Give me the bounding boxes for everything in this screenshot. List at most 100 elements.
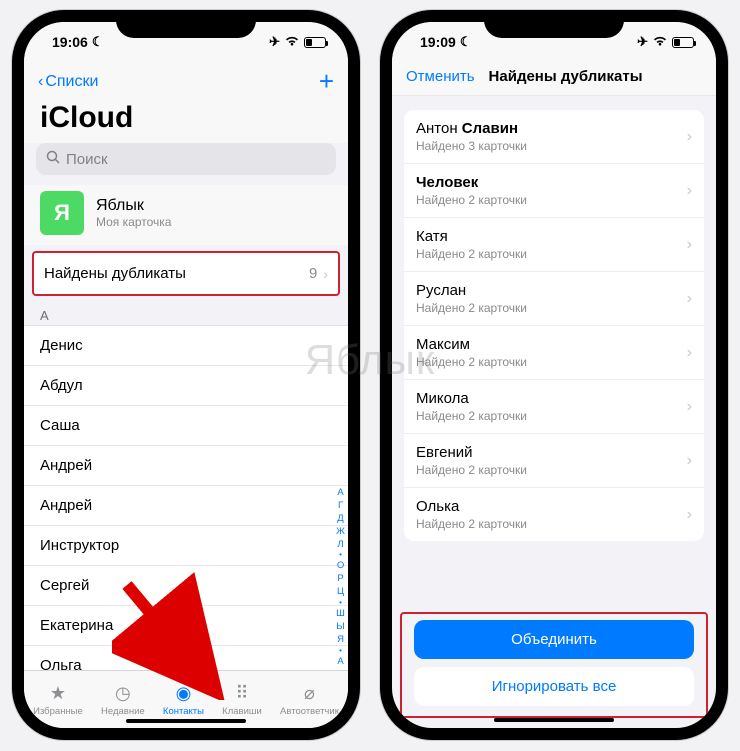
index-letter[interactable]: Ш bbox=[336, 608, 345, 620]
duplicate-name: Катя bbox=[416, 228, 527, 245]
duplicate-name: Максим bbox=[416, 336, 527, 353]
tab-label: Клавиши bbox=[222, 706, 262, 717]
duplicate-sub: Найдено 2 карточки bbox=[416, 463, 527, 477]
phone-left: 19:06 ☾ ✈ ‹ Списки + iCloud Поиск bbox=[12, 10, 360, 740]
tab-Контакты[interactable]: ◉Контакты bbox=[163, 683, 204, 717]
nav-title: Найдены дубликаты bbox=[489, 68, 643, 85]
index-letter[interactable]: А bbox=[337, 487, 343, 499]
tab-label: Контакты bbox=[163, 706, 204, 717]
contact-row[interactable]: Андрей bbox=[24, 486, 348, 526]
tab-Автоответчик[interactable]: ⌀Автоответчик bbox=[280, 683, 339, 717]
duplicate-sub: Найдено 2 карточки bbox=[416, 247, 527, 261]
index-letter[interactable]: Р bbox=[337, 573, 343, 585]
tab-Клавиши[interactable]: ⠿Клавиши bbox=[222, 683, 262, 717]
add-button[interactable]: + bbox=[319, 66, 334, 97]
duplicate-name: Олька bbox=[416, 498, 527, 515]
merge-button[interactable]: Объединить bbox=[414, 620, 694, 659]
wifi-icon bbox=[284, 34, 300, 50]
index-letter[interactable]: О bbox=[337, 560, 344, 572]
duplicate-name: Человек bbox=[416, 174, 527, 191]
index-letter[interactable]: Ы bbox=[336, 621, 344, 633]
duplicates-label: Найдены дубликаты bbox=[44, 265, 186, 282]
clock: 19:09 bbox=[420, 34, 456, 50]
battery-icon bbox=[304, 37, 326, 48]
index-letter[interactable]: Д bbox=[337, 513, 343, 525]
section-header: А bbox=[24, 302, 348, 326]
contact-row[interactable]: Андрей bbox=[24, 446, 348, 486]
clock: 19:06 bbox=[52, 34, 88, 50]
tab-icon: ◉ bbox=[176, 683, 192, 705]
contact-row[interactable]: Сергей bbox=[24, 566, 348, 606]
tab-icon: ◷ bbox=[115, 683, 131, 705]
duplicate-name: Микола bbox=[416, 390, 527, 407]
index-letter[interactable]: D bbox=[337, 669, 344, 671]
tab-bar: ★Избранные ◷Недавние ◉Контакты ⠿Клавиши ⌀Авт… bbox=[24, 670, 348, 728]
notch bbox=[484, 10, 624, 38]
battery-icon bbox=[672, 37, 694, 48]
airplane-icon: ✈ bbox=[637, 34, 648, 50]
home-indicator bbox=[494, 718, 614, 722]
duplicate-name: Евгений bbox=[416, 444, 527, 461]
tab-label: Автоответчик bbox=[280, 706, 339, 717]
back-button[interactable]: ‹ Списки bbox=[38, 73, 98, 91]
index-letter[interactable]: Ц bbox=[337, 586, 344, 598]
duplicate-item[interactable]: Руслан Найдено 2 карточки › bbox=[404, 272, 704, 326]
my-card[interactable]: Я Яблык Моя карточка bbox=[24, 185, 348, 245]
duplicate-sub: Найдено 2 карточки bbox=[416, 301, 527, 315]
tab-icon: ⠿ bbox=[235, 683, 248, 705]
index-letter[interactable]: Ж bbox=[336, 526, 345, 538]
duplicate-item[interactable]: Олька Найдено 2 карточки › bbox=[404, 488, 704, 541]
tab-Избранные[interactable]: ★Избранные bbox=[33, 683, 83, 717]
contact-row[interactable]: Денис bbox=[24, 326, 348, 366]
index-letter[interactable]: Л bbox=[337, 539, 343, 551]
page-title: iCloud bbox=[24, 99, 348, 143]
contact-row[interactable]: Ольга bbox=[24, 646, 348, 670]
tab-label: Недавние bbox=[101, 706, 145, 717]
chevron-right-icon: › bbox=[687, 128, 692, 146]
my-card-sub: Моя карточка bbox=[96, 215, 171, 229]
duplicates-list: Антон СлавинНайдено 3 карточки›ЧеловекНа… bbox=[404, 110, 704, 541]
index-letter[interactable]: A bbox=[337, 656, 343, 668]
contact-row[interactable]: Саша bbox=[24, 406, 348, 446]
index-letter[interactable]: • bbox=[339, 551, 342, 559]
index-letter[interactable]: Г bbox=[338, 500, 343, 512]
contact-row[interactable]: Екатерина bbox=[24, 606, 348, 646]
duplicate-item[interactable]: МиколаНайдено 2 карточки› bbox=[404, 380, 704, 434]
search-icon bbox=[46, 150, 60, 168]
duplicate-item[interactable]: ЧеловекНайдено 2 карточки› bbox=[404, 164, 704, 218]
contact-row[interactable]: Абдул bbox=[24, 366, 348, 406]
tab-icon: ⌀ bbox=[304, 683, 315, 705]
duplicate-sub: Найдено 2 карточки bbox=[416, 355, 527, 369]
index-letter[interactable]: • bbox=[339, 647, 342, 655]
duplicate-name: Руслан bbox=[416, 282, 527, 299]
chevron-right-icon: › bbox=[687, 182, 692, 200]
index-letter[interactable]: Я bbox=[337, 634, 344, 646]
index-bar[interactable]: АГДЖЛ•ОРЦ•ШЫЯ•ADGILOQ•WY# bbox=[336, 487, 345, 670]
contact-row[interactable]: Инструктор bbox=[24, 526, 348, 566]
notch bbox=[116, 10, 256, 38]
chevron-right-icon: › bbox=[687, 290, 692, 308]
ignore-button[interactable]: Игнорировать все bbox=[414, 667, 694, 706]
duplicate-item[interactable]: Катя Найдено 2 карточки › bbox=[404, 218, 704, 272]
focus-moon-icon: ☾ bbox=[92, 34, 104, 50]
duplicate-name: Антон Славин bbox=[416, 120, 527, 137]
duplicate-sub: Найдено 2 карточки bbox=[416, 517, 527, 531]
duplicates-row[interactable]: Найдены дубликаты 9 › bbox=[32, 251, 340, 296]
search-placeholder: Поиск bbox=[66, 151, 108, 168]
tab-label: Избранные bbox=[33, 706, 83, 717]
wifi-icon bbox=[652, 34, 668, 50]
chevron-right-icon: › bbox=[687, 236, 692, 254]
cancel-button[interactable]: Отменить bbox=[406, 68, 475, 85]
search-input[interactable]: Поиск bbox=[36, 143, 336, 175]
phone-right: 19:09 ☾ ✈ Отменить Найдены дубликаты Ант… bbox=[380, 10, 728, 740]
duplicate-item[interactable]: МаксимНайдено 2 карточки› bbox=[404, 326, 704, 380]
tab-Недавние[interactable]: ◷Недавние bbox=[101, 683, 145, 717]
duplicate-item[interactable]: Антон СлавинНайдено 3 карточки› bbox=[404, 110, 704, 164]
action-buttons: Объединить Игнорировать все bbox=[400, 612, 708, 718]
contacts-list[interactable]: А ДенисАбдулСашаАндрейАндрейИнструкторСе… bbox=[24, 302, 348, 670]
duplicate-item[interactable]: ЕвгенийНайдено 2 карточки› bbox=[404, 434, 704, 488]
chevron-right-icon: › bbox=[687, 506, 692, 524]
index-letter[interactable]: • bbox=[339, 599, 342, 607]
my-card-name: Яблык bbox=[96, 197, 171, 215]
airplane-icon: ✈ bbox=[269, 34, 280, 50]
